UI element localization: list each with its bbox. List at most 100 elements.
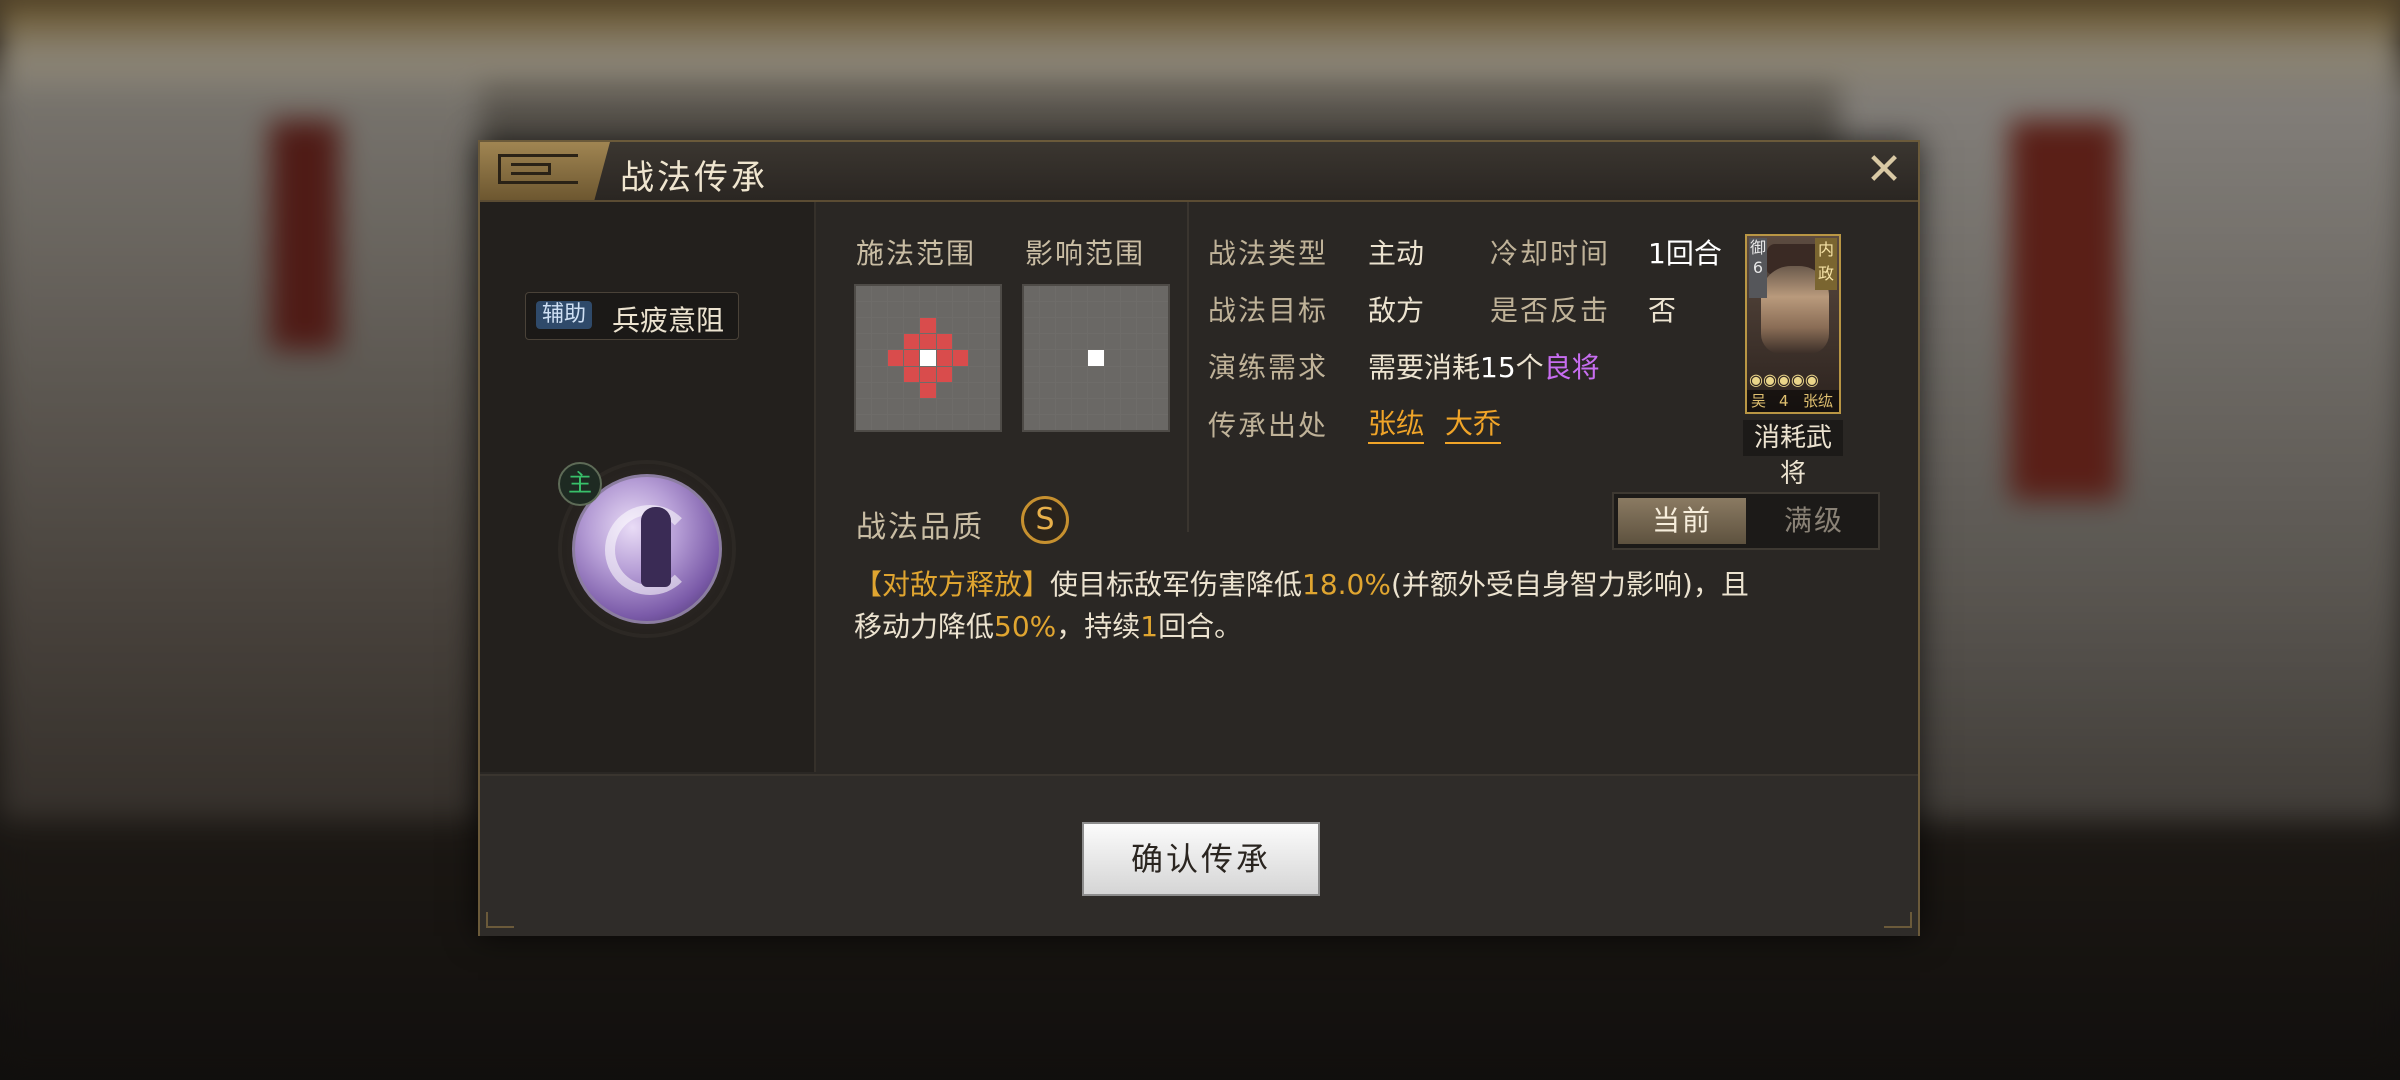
grid-cell (1136, 318, 1152, 334)
grid-cell (952, 334, 968, 350)
grid-cell (1120, 382, 1136, 398)
grid-cell (968, 286, 984, 302)
grid-cell (1152, 334, 1168, 350)
toggle-max[interactable]: 满级 (1750, 498, 1878, 544)
grid-cell (984, 334, 1000, 350)
skill-inherit-dialog: 战法传承 ✕ 辅助 兵疲意阻 主 施法范围 影响范围 战法类型 主动 冷却时间 … (478, 140, 1920, 936)
grid-cell (1024, 382, 1040, 398)
grid-cell (904, 286, 920, 302)
corner-ornament-icon (486, 912, 514, 928)
skill-summary-panel: 辅助 兵疲意阻 主 (480, 202, 816, 772)
grid-cell (904, 350, 920, 366)
grid-cell (1152, 350, 1168, 366)
grid-cell (1040, 302, 1056, 318)
grid-cell (856, 366, 872, 382)
skill-name: 兵疲意阻 (612, 304, 725, 337)
counter-value: 否 (1648, 294, 1677, 327)
grid-cell (952, 414, 968, 430)
source-label: 传承出处 (1208, 409, 1329, 442)
grid-cell (1136, 350, 1152, 366)
effect-range-grid (1022, 284, 1170, 432)
confirm-inherit-button[interactable]: 确认传承 (1082, 822, 1320, 896)
grid-cell (1120, 318, 1136, 334)
grid-cell (872, 350, 888, 366)
grid-cell (904, 366, 920, 382)
grid-cell (1088, 318, 1104, 334)
grid-cell (1024, 350, 1040, 366)
grid-cell (1120, 350, 1136, 366)
source-link-2[interactable]: 大乔 (1445, 402, 1502, 444)
grid-cell (1152, 318, 1168, 334)
grid-cell (968, 366, 984, 382)
grid-cell (936, 334, 952, 350)
grid-cell (968, 302, 984, 318)
grid-cell (984, 366, 1000, 382)
grid-cell (1056, 318, 1072, 334)
grid-cell (920, 286, 936, 302)
grid-cell (1104, 414, 1120, 430)
grid-cell (936, 366, 952, 382)
grid-cell (984, 414, 1000, 430)
general-troop-tag: 御6 (1749, 238, 1767, 298)
corner-ornament-icon (1884, 912, 1912, 928)
general-card[interactable]: 御6 内政 ◉◉◉◉◉ 吴 4 张纮 (1745, 234, 1841, 414)
desc-tag: 【对敌方释放】 (854, 568, 1051, 601)
grid-cell (920, 334, 936, 350)
grid-cell (904, 398, 920, 414)
grid-cell (968, 350, 984, 366)
grid-cell (1072, 350, 1088, 366)
grid-cell (1120, 334, 1136, 350)
grid-cell (872, 398, 888, 414)
skill-description: 【对敌方释放】使目标敌军伤害降低18.0%(并额外受自身智力影响)，且 移动力降低… (854, 564, 1884, 648)
grid-cell (1024, 414, 1040, 430)
grid-cell (1072, 414, 1088, 430)
grid-cell (952, 398, 968, 414)
train-unit: 个 (1515, 351, 1544, 384)
grid-cell (872, 302, 888, 318)
grid-cell (920, 398, 936, 414)
grid-cell (872, 366, 888, 382)
grid-cell (856, 350, 872, 366)
grid-cell (968, 334, 984, 350)
close-icon[interactable]: ✕ (1862, 148, 1906, 192)
general-stars: ◉◉◉◉◉ (1749, 370, 1819, 389)
grid-cell (1136, 382, 1152, 398)
general-caption: 消耗武将 (1743, 420, 1843, 489)
grid-cell (1056, 350, 1072, 366)
cast-range-label: 施法范围 (856, 237, 977, 270)
grid-cell (1088, 286, 1104, 302)
desc-value-3: 1 (1140, 610, 1159, 643)
desc-value-1: 18.0% (1302, 568, 1391, 601)
dialog-title: 战法传承 (620, 158, 768, 198)
grid-cell (984, 350, 1000, 366)
skill-icon-frame[interactable]: 主 (558, 462, 732, 634)
grid-cell (1104, 334, 1120, 350)
grid-cell (936, 318, 952, 334)
grid-cell (920, 382, 936, 398)
grid-cell (984, 382, 1000, 398)
grid-cell (1040, 350, 1056, 366)
grid-cell (1072, 286, 1088, 302)
grid-cell (1136, 366, 1152, 382)
desc-text-2: (并额外受自身智力影响)，且 (1390, 568, 1749, 601)
grid-cell (872, 382, 888, 398)
grid-cell (1056, 382, 1072, 398)
grid-cell (1056, 302, 1072, 318)
cast-range-grid (854, 284, 1002, 432)
toggle-current[interactable]: 当前 (1618, 498, 1746, 544)
source-link-1[interactable]: 张纮 (1368, 402, 1425, 444)
grid-cell (1040, 366, 1056, 382)
grid-cell (952, 350, 968, 366)
grid-cell (984, 302, 1000, 318)
general-name: 张纮 (1803, 392, 1834, 410)
grid-cell (1040, 414, 1056, 430)
desc-text-1: 使目标敌军伤害降低 (1050, 568, 1303, 601)
desc-text-5: 回合。 (1158, 610, 1243, 643)
grid-cell (1072, 382, 1088, 398)
grid-cell (1136, 414, 1152, 430)
grid-cell (1040, 318, 1056, 334)
grid-cell (1072, 334, 1088, 350)
grid-cell (888, 398, 904, 414)
grid-cell (920, 350, 936, 366)
grid-cell (984, 398, 1000, 414)
